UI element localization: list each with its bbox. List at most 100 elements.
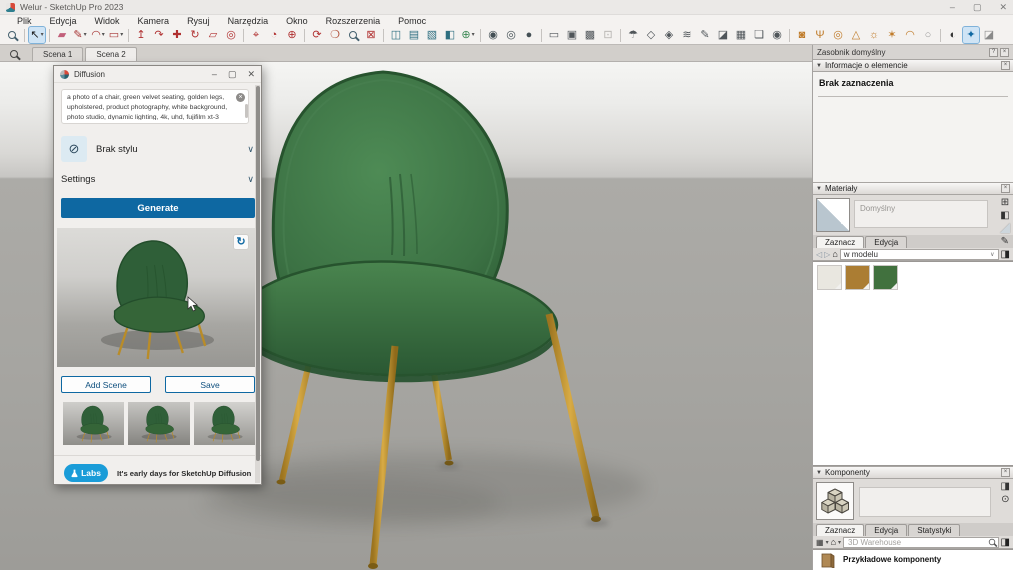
prompt-field[interactable]: a photo of a chair, green velvet seating…	[61, 89, 249, 124]
material-green-velvet[interactable]	[873, 265, 898, 290]
follow-me-tool-icon[interactable]: ↷	[151, 27, 167, 43]
collapse-arrow-icon[interactable]: ▼	[816, 186, 822, 192]
lamp-shape-icon[interactable]: ☼	[866, 27, 882, 43]
entity-info-close-icon[interactable]: ×	[1001, 61, 1010, 70]
secondary-pane-icon[interactable]: ◨	[1001, 249, 1010, 260]
lock-icon[interactable]: ⊡	[600, 27, 616, 43]
section-plane-icon[interactable]: ◪	[715, 27, 731, 43]
materials-close-icon[interactable]: ×	[1001, 184, 1010, 193]
diffusion-title-bar[interactable]: Diffusion – ▢ ✕	[54, 66, 261, 83]
back-arrow-icon[interactable]: ◁	[816, 250, 822, 259]
view-grid-icon[interactable]: ▦	[816, 537, 824, 548]
zoom-window-icon[interactable]	[4, 27, 20, 43]
clear-prompt-icon[interactable]: ×	[236, 93, 245, 102]
generated-variant-3[interactable]	[194, 402, 255, 445]
menu-kamera[interactable]: Kamera	[129, 16, 179, 26]
style-builder-icon[interactable]: ◐	[945, 27, 961, 43]
scene-tab-1[interactable]: Scena 1	[32, 47, 83, 61]
zoom-extents-icon[interactable]: ⊠	[363, 27, 379, 43]
position-camera-icon[interactable]: ◉	[485, 27, 501, 43]
materials-tab-edit[interactable]: Edycja	[865, 236, 907, 248]
paint-with-material-icon[interactable]: ◧	[1000, 210, 1009, 221]
labs-badge[interactable]: Labs	[64, 464, 108, 482]
prompt-input[interactable]: a photo of a chair, green velvet seating…	[67, 93, 234, 120]
eraser-tool-icon[interactable]: ▰	[54, 27, 70, 43]
secondary-pane-icon[interactable]: ◨	[1001, 481, 1010, 492]
diffusion-close-icon[interactable]: ✕	[247, 70, 255, 79]
xray-cube-icon[interactable]: ◇	[643, 27, 659, 43]
caret-down-icon[interactable]: ▾	[826, 539, 829, 546]
home-icon[interactable]: ⌂	[832, 249, 837, 259]
offset-tool-icon[interactable]: ◎	[223, 27, 239, 43]
forward-arrow-icon[interactable]: ▷	[824, 250, 830, 259]
menu-widok[interactable]: Widok	[86, 16, 129, 26]
arc-tool-icon[interactable]: ◠▾	[90, 27, 106, 43]
component-item-label[interactable]: Przykładowe komponenty	[843, 555, 941, 564]
save-button[interactable]: Save	[165, 376, 255, 393]
goblet-shape-icon[interactable]: Ψ	[812, 27, 828, 43]
diffusion-icon[interactable]: ✦	[963, 27, 979, 43]
eyedropper-icon[interactable]: ✎	[1001, 236, 1009, 247]
rotate-tool-icon[interactable]: ↻	[187, 27, 203, 43]
material-default-white[interactable]	[817, 265, 842, 290]
materials-window-icon[interactable]: ▣	[564, 27, 580, 43]
sketchy-edges-icon[interactable]: ✎	[697, 27, 713, 43]
menu-pomoc[interactable]: Pomoc	[389, 16, 435, 26]
pan-tool-icon[interactable]: ❍	[327, 27, 343, 43]
sample-material-icon[interactable]	[1000, 223, 1010, 233]
create-material-icon[interactable]: ⊞	[1001, 197, 1009, 208]
menu-rozszerzenia[interactable]: Rozszerzenia	[317, 16, 390, 26]
starburst-shape-icon[interactable]: ✶	[884, 27, 900, 43]
chevron-down-icon[interactable]: ∨	[247, 144, 254, 155]
send-to-layout-icon[interactable]: ◪	[981, 27, 997, 43]
warehouse-search-input[interactable]	[846, 538, 988, 547]
generated-variant-2[interactable]	[128, 402, 189, 445]
home-icon[interactable]: ⌂	[831, 537, 836, 547]
textured-mode-icon[interactable]: ◧	[442, 27, 458, 43]
line-tool-icon[interactable]: ✎▾	[72, 27, 88, 43]
photo-match-icon[interactable]: ◙	[794, 27, 810, 43]
xray-mode-icon[interactable]: ◫	[388, 27, 404, 43]
scene-tab-2[interactable]: Scena 2	[85, 47, 136, 61]
tape-measure-tool-icon[interactable]: ⌖	[248, 27, 264, 43]
look-around-icon[interactable]: ◎	[503, 27, 519, 43]
collapse-arrow-icon[interactable]: ▼	[816, 63, 822, 69]
diffusion-maximize-icon[interactable]: ▢	[228, 70, 237, 79]
generated-preview[interactable]: ↻	[57, 228, 255, 367]
menu-rysuj[interactable]: Rysuj	[178, 16, 219, 26]
chevron-down-icon[interactable]: ∨	[247, 174, 254, 185]
rectangle-tool-icon[interactable]: ▭▾	[108, 27, 124, 43]
details-pane-icon[interactable]: ◨	[1001, 537, 1010, 548]
component-pair-icon[interactable]: ❏	[751, 27, 767, 43]
back-edges-icon[interactable]: ◈	[661, 27, 677, 43]
prompt-scrollbar[interactable]	[245, 104, 248, 118]
caret-down-icon[interactable]: ▾	[838, 539, 841, 546]
move-tool-icon[interactable]: ✚	[169, 27, 185, 43]
add-scene-button[interactable]: Add Scene	[61, 376, 151, 393]
refresh-icon[interactable]: ↻	[233, 234, 249, 250]
add-location-icon[interactable]: ⊕▾	[460, 27, 476, 43]
orbit-tool-icon[interactable]: ⟳	[309, 27, 325, 43]
settings-selector[interactable]: Settings ∨	[61, 170, 254, 188]
material-gold[interactable]	[845, 265, 870, 290]
wireframe-mode-icon[interactable]: ▤	[406, 27, 422, 43]
components-header[interactable]: ▼ Komponenty ×	[813, 466, 1013, 479]
caret-down-icon[interactable]: ▾	[120, 27, 123, 43]
materials-header[interactable]: ▼ Materiały ×	[813, 182, 1013, 195]
styles-window-icon[interactable]: ▩	[582, 27, 598, 43]
hide-rest-of-model-icon[interactable]: ◉	[769, 27, 785, 43]
caret-down-icon[interactable]: ▾	[84, 27, 87, 43]
axes-tool-icon[interactable]: ⊕	[284, 27, 300, 43]
zoom-icon[interactable]	[10, 50, 18, 58]
component-description-field[interactable]	[859, 487, 991, 517]
caret-down-icon[interactable]: ▾	[472, 27, 475, 43]
tray-help-icon[interactable]: ?	[989, 48, 998, 57]
components-tab-edit[interactable]: Edycja	[865, 524, 907, 536]
select-tool-icon[interactable]: ↖▾	[29, 27, 45, 43]
style-selector[interactable]: ⊘ Brak stylu ∨	[61, 134, 254, 164]
caret-down-icon[interactable]: ▾	[41, 27, 44, 43]
fog-toggle-icon[interactable]: ≋	[679, 27, 695, 43]
scale-tool-icon[interactable]: ▱	[205, 27, 221, 43]
push-pull-tool-icon[interactable]: ↥	[133, 27, 149, 43]
generated-variant-1[interactable]	[63, 402, 124, 445]
